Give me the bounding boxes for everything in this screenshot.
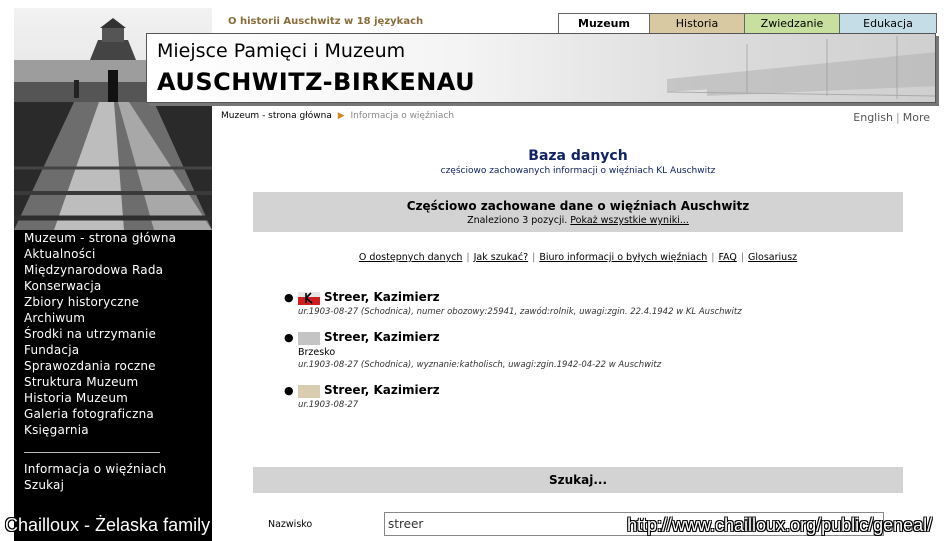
sidebar-divider: [24, 452, 160, 453]
sidebar-item-photo-gallery[interactable]: Galeria fotograficzna: [24, 406, 210, 422]
sidebar-item-foundation[interactable]: Fundacja: [24, 342, 210, 358]
tab-museum[interactable]: Muzeum: [558, 13, 650, 33]
tab-history[interactable]: Historia: [649, 13, 745, 33]
search-section-title: Szukaj...: [253, 467, 903, 493]
how-to-search-link[interactable]: Jak szukać?: [474, 252, 529, 263]
list-item: ● Streer, Kazimierz ur.1903-08-27: [284, 383, 904, 413]
sidebar-item-historical-collections[interactable]: Zbiory historyczne: [24, 294, 210, 310]
breadcrumb: Muzeum - strona główna ▶ Informacja o wi…: [221, 111, 454, 121]
link-separator: |: [740, 252, 745, 263]
info-office-link[interactable]: Biuro informacji o byłych więźniach: [539, 252, 707, 263]
sidebar-item-prisoner-info[interactable]: Informacja o więźniach: [24, 461, 210, 477]
record-name-link[interactable]: Streer, Kazimierz: [324, 330, 440, 344]
show-all-results-link[interactable]: Pokaż wszystkie wyniki...: [570, 215, 689, 226]
sidebar-item-archive[interactable]: Archiwum: [24, 310, 210, 326]
result-count-line: Znaleziono 3 pozycji. Pokaż wszystkie wy…: [253, 213, 903, 226]
page-title: Baza danych: [528, 148, 628, 164]
list-item: ● Streer, Kazimierz Brzesko ur.1903-08-2…: [284, 330, 904, 374]
history-18-languages-link[interactable]: O historii Auschwitz w 18 językach: [228, 16, 423, 27]
record-name-link[interactable]: Streer, Kazimierz: [324, 383, 440, 397]
top-tabs: Muzeum Historia Zwiedzanie Edukacja: [558, 13, 937, 33]
record-detail: ur.1903-08-27: [298, 400, 359, 410]
record-place: Brzesko: [298, 347, 336, 358]
result-title: Częściowo zachowane dane o więźniach Aus…: [406, 199, 750, 213]
header-banner: Miejsce Pamięci i Muzeum AUSCHWITZ-BIRKE…: [146, 33, 936, 103]
sidebar-item-museum-history[interactable]: Historia Muzeum: [24, 390, 210, 406]
language-more-link[interactable]: More: [903, 111, 930, 124]
sidebar-item-museum-structure[interactable]: Struktura Muzeum: [24, 374, 210, 390]
watermark-family-name: Chailloux - Żelaska family: [5, 515, 211, 535]
link-separator: |: [711, 252, 715, 263]
red-flag-icon: [298, 292, 320, 305]
language-links: English | More: [853, 111, 930, 124]
sidebar-item-funding[interactable]: Środki na utrzymanie: [24, 326, 210, 342]
tab-education[interactable]: Edukacja: [839, 13, 937, 33]
record-detail: ur.1903-08-27 (Schodnica), numer obozowy…: [298, 307, 742, 317]
link-separator: |: [532, 252, 536, 263]
sidebar-item-annual-reports[interactable]: Sprawozdania roczne: [24, 358, 210, 374]
language-separator: |: [896, 111, 900, 124]
beige-flag-icon: [298, 385, 320, 398]
language-english-link[interactable]: English: [853, 111, 893, 124]
about-data-link[interactable]: O dostępnych danych: [359, 252, 463, 263]
bullet-icon: ●: [284, 384, 294, 397]
record-detail: ur.1903-08-27 (Schodnica), wyznanie:kath…: [298, 360, 662, 370]
surname-label: Nazwisko: [268, 519, 313, 530]
bullet-icon: ●: [284, 331, 294, 344]
breadcrumb-arrow-icon: ▶: [337, 111, 345, 121]
bullet-icon: ●: [284, 291, 294, 304]
sidebar-item-news[interactable]: Aktualności: [24, 246, 210, 262]
tab-visiting[interactable]: Zwiedzanie: [744, 13, 840, 33]
breadcrumb-current: Informacja o więźniach: [350, 111, 455, 121]
result-summary: Częściowo zachowane dane o więźniach Aus…: [253, 192, 903, 232]
breadcrumb-home-link[interactable]: Muzeum - strona główna: [221, 111, 332, 121]
info-links: O dostępnych danych | Jak szukać? | Biuro in…: [253, 252, 903, 263]
sidebar-item-bookstore[interactable]: Księgarnia: [24, 422, 210, 438]
sidebar-item-conservation[interactable]: Konserwacja: [24, 278, 210, 294]
sidebar-item-international-council[interactable]: Międzynarodowa Rada: [24, 262, 210, 278]
sidebar-item-search[interactable]: Szukaj: [24, 477, 210, 493]
faq-link[interactable]: FAQ: [718, 252, 736, 263]
sidebar-nav: Muzeum - strona główna Aktualności Międz…: [24, 230, 210, 493]
grey-flag-icon: [298, 332, 320, 345]
record-name-link[interactable]: Streer, Kazimierz: [324, 290, 440, 304]
link-separator: |: [466, 252, 470, 263]
banner-subtitle: Miejsce Pamięci i Muzeum: [157, 40, 406, 62]
page-subtitle: częściowo zachowanych informacji o więźn…: [440, 166, 716, 176]
sidebar-item-museum-home[interactable]: Muzeum - strona główna: [24, 230, 210, 246]
watermark-url: http://www.chailloux.org/public/geneal/: [627, 515, 933, 535]
list-item: ● Streer, Kazimierz ur.1903-08-27 (Schod…: [284, 290, 904, 320]
result-count: Znaleziono 3 pozycji.: [467, 215, 568, 226]
glossary-link[interactable]: Glosariusz: [748, 252, 797, 263]
banner-title: AUSCHWITZ-BIRKENAU: [157, 68, 476, 96]
